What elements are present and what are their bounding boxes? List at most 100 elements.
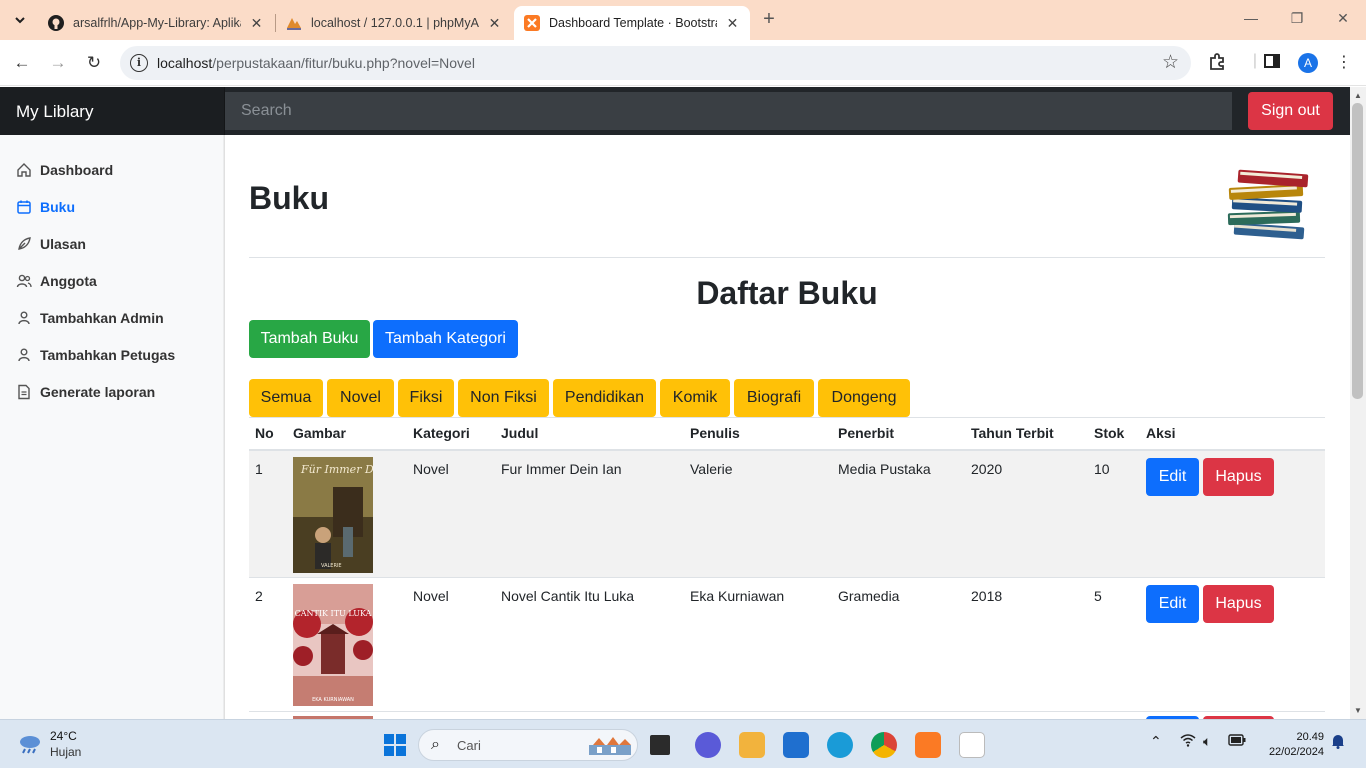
sidebar-item-dashboard[interactable]: Dashboard — [16, 158, 113, 182]
sidebar-item-buku[interactable]: Buku — [16, 195, 75, 219]
sidebar-item-anggota[interactable]: Anggota — [16, 269, 97, 293]
sign-out-button[interactable]: Sign out — [1248, 92, 1333, 130]
forward-arrow-icon[interactable]: → — [46, 51, 70, 75]
site-info-icon[interactable]: i — [130, 54, 148, 72]
reload-icon[interactable]: ↻ — [82, 51, 106, 75]
extensions-puzzle-icon[interactable] — [1207, 52, 1229, 74]
home-icon — [17, 163, 31, 177]
wifi-icon[interactable] — [1180, 733, 1196, 750]
close-window-icon[interactable]: ✕ — [1328, 10, 1358, 27]
search-icon: ⌕ — [431, 736, 440, 753]
delete-button[interactable]: Hapus — [1203, 585, 1274, 623]
xampp-app-icon[interactable] — [915, 732, 941, 758]
cell-penulis: Valerie — [684, 449, 832, 578]
browser-tab-dashboard[interactable]: Dashboard Template · Bootstrap ✕ — [514, 6, 750, 40]
side-panel-icon[interactable] — [1261, 52, 1283, 74]
sidebar-item-generate-laporan[interactable]: Generate laporan — [16, 380, 155, 404]
snipping-tool-icon[interactable] — [959, 732, 985, 758]
taskbar-search-placeholder: Cari — [457, 738, 481, 753]
cell-no: 2 — [249, 577, 287, 712]
address-bar[interactable]: i localhost/perpustakaan/fitur/buku.php?… — [120, 46, 1191, 80]
delete-button[interactable]: Hapus — [1203, 457, 1274, 496]
taskbar-clock[interactable]: 20.49 22/02/2024 — [1262, 730, 1324, 760]
back-arrow-icon[interactable]: ← — [10, 51, 34, 75]
filter-dongeng-button[interactable]: Dongeng — [818, 379, 910, 417]
weather-description[interactable]: Hujan — [50, 745, 81, 759]
cover-title-text: CANTIK ITU LUKA — [295, 609, 372, 618]
battery-icon[interactable] — [1228, 733, 1246, 749]
scroll-up-icon[interactable]: ▲ — [1352, 91, 1364, 100]
url-text[interactable]: localhost/perpustakaan/fitur/buku.php?no… — [157, 55, 475, 71]
filter-pendidikan-button[interactable]: Pendidikan — [553, 379, 656, 417]
cell-judul: Fur Immer Dein Ian — [495, 449, 684, 578]
app-navbar: My Liblary Sign out — [0, 87, 1350, 135]
filter-biografi-button[interactable]: Biografi — [734, 379, 814, 417]
brand-title[interactable]: My Liblary — [0, 87, 225, 135]
chrome-browser-icon[interactable] — [871, 732, 897, 758]
column-header: Judul — [495, 417, 684, 451]
sidebar-item-tambahkan-admin[interactable]: Tambahkan Admin — [16, 306, 164, 330]
restore-icon[interactable]: ❐ — [1282, 10, 1312, 27]
sidebar-item-label: Ulasan — [40, 236, 86, 252]
profile-avatar[interactable]: A — [1298, 53, 1318, 73]
chevron-down-icon — [15, 17, 25, 24]
scroll-down-icon[interactable]: ▼ — [1352, 706, 1364, 715]
page-title: Buku — [249, 180, 329, 216]
close-icon[interactable]: ✕ — [249, 15, 264, 32]
cell-no: 1 — [249, 449, 287, 578]
sidebar-item-ulasan[interactable]: Ulasan — [16, 232, 86, 256]
edit-button[interactable]: Edit — [1146, 457, 1199, 496]
close-icon[interactable]: ✕ — [487, 15, 502, 32]
users-icon — [16, 274, 32, 288]
minimize-icon[interactable]: — — [1236, 10, 1266, 26]
search-input[interactable] — [225, 92, 1232, 130]
column-header: Gambar — [287, 417, 407, 451]
filter-fiksi-button[interactable]: Fiksi — [398, 379, 454, 417]
browser-tab-github[interactable]: arsalfrlh/App-My-Library: Aplika ✕ — [38, 6, 274, 40]
file-explorer-icon[interactable] — [739, 732, 765, 758]
cell-kategori: Novel — [407, 449, 495, 578]
notification-bell-icon[interactable] — [1331, 733, 1345, 752]
sidebar-item-tambahkan-petugas[interactable]: Tambahkan Petugas — [16, 343, 175, 367]
action-buttons: Edit Hapus — [1146, 457, 1319, 501]
cover-title-text: Für Immer Dein, Ian — [300, 463, 373, 476]
tab-title: localhost / 127.0.0.1 | phpMyAd — [311, 16, 480, 30]
column-header: Kategori — [407, 417, 495, 451]
kebab-menu-icon[interactable]: ⋮ — [1333, 52, 1355, 74]
filter-novel-button[interactable]: Novel — [327, 379, 394, 417]
tab-search-button[interactable] — [8, 8, 32, 32]
taskbar-search-box[interactable]: ⌕ Cari — [418, 729, 638, 761]
close-icon[interactable]: ✕ — [725, 15, 740, 32]
edge-browser-icon[interactable] — [827, 732, 853, 758]
edit-button[interactable]: Edit — [1146, 585, 1199, 623]
cell-gambar: CANTIK ITU LUKA EKA KURNIAWAN — [287, 577, 407, 712]
column-header: Penulis — [684, 417, 832, 451]
sidebar-item-label: Generate laporan — [40, 384, 156, 400]
new-tab-button[interactable]: + — [758, 8, 780, 32]
meet-chat-icon[interactable] — [695, 732, 721, 758]
calendar-icon — [17, 200, 31, 214]
tray-overflow-chevron-icon[interactable]: ⌃ — [1150, 733, 1162, 750]
cell-stok: 10 — [1088, 449, 1140, 578]
task-view-icon[interactable] — [650, 735, 670, 755]
scrollbar-thumb[interactable] — [1352, 103, 1363, 399]
add-book-button[interactable]: Tambah Buku — [249, 320, 370, 358]
browser-tab-phpmyadmin[interactable]: localhost / 127.0.0.1 | phpMyAd ✕ — [276, 6, 512, 40]
column-header: Aksi — [1140, 417, 1325, 451]
filter-non-fiksi-button[interactable]: Non Fiksi — [458, 379, 549, 417]
weather-rain-icon[interactable] — [17, 733, 43, 761]
windows-start-icon[interactable] — [384, 734, 406, 756]
sidebar-item-label: Anggota — [40, 273, 97, 289]
browser-tab-strip: arsalfrlh/App-My-Library: Aplika ✕ local… — [0, 0, 1366, 40]
volume-icon[interactable]: 🔈︎ — [1203, 733, 1211, 750]
cell-gambar: Für Immer Dein, Ian VALERIE — [287, 449, 407, 578]
microsoft-store-icon[interactable] — [783, 732, 809, 758]
cell-aksi: Edit Hapus — [1140, 449, 1325, 578]
filter-komik-button[interactable]: Komik — [660, 379, 730, 417]
add-category-button[interactable]: Tambah Kategori — [373, 320, 518, 358]
weather-temperature[interactable]: 24°C — [50, 729, 77, 743]
books-table: No Gambar Kategori Judul Penulis Penerbi… — [249, 417, 1325, 763]
filter-semua-button[interactable]: Semua — [249, 379, 323, 417]
clock-time: 20.49 — [1296, 731, 1324, 743]
bookmark-star-icon[interactable]: ☆ — [1162, 51, 1179, 74]
